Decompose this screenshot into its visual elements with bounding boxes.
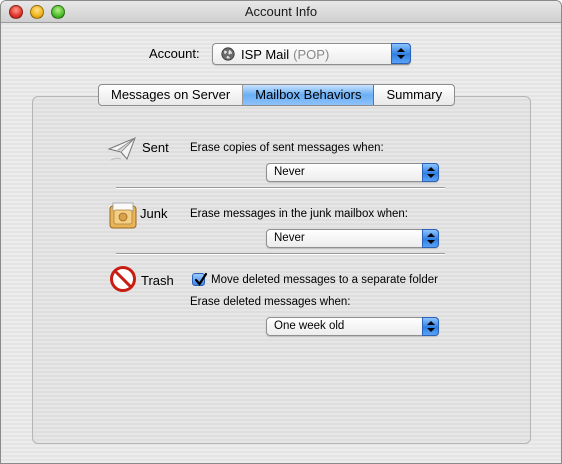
account-label: Account: <box>149 46 200 61</box>
junk-erase-value: Never <box>274 232 305 244</box>
tab-summary[interactable]: Summary <box>374 85 454 105</box>
paper-plane-icon <box>107 137 136 161</box>
junk-description: Erase messages in the junk mailbox when: <box>190 208 408 220</box>
junk-label: Junk <box>140 206 168 221</box>
tab-bar: Messages on Server Mailbox Behaviors Sum… <box>98 84 456 106</box>
sent-label: Sent <box>142 140 169 155</box>
tab-messages-on-server[interactable]: Messages on Server <box>99 85 244 105</box>
junk-mailbox-icon <box>109 202 137 229</box>
move-deleted-checkbox[interactable] <box>192 272 208 286</box>
account-info-window: Account Info Account: ISP Mail (POP) Mess… <box>0 0 562 464</box>
move-deleted-label[interactable]: Move deleted messages to a separate fold… <box>211 274 438 286</box>
sent-erase-value: Never <box>274 166 305 178</box>
trash-erase-popup[interactable]: One week old <box>266 317 439 336</box>
junk-erase-popup[interactable]: Never <box>266 229 439 248</box>
tab-mailbox-behaviors[interactable]: Mailbox Behaviors <box>243 85 375 105</box>
sent-description: Erase copies of sent messages when: <box>190 142 384 154</box>
window-title: Account Info <box>244 4 318 19</box>
trash-description: Erase deleted messages when: <box>190 296 351 308</box>
account-popup-value: ISP Mail (POP) <box>241 47 330 62</box>
popup-arrows-icon <box>391 43 411 64</box>
no-entry-icon <box>110 266 136 292</box>
globe-icon <box>221 47 235 61</box>
separator <box>116 187 445 188</box>
account-popup[interactable]: ISP Mail (POP) <box>212 43 411 65</box>
popup-arrows-icon <box>422 317 439 336</box>
sent-erase-popup[interactable]: Never <box>266 163 439 182</box>
trash-erase-value: One week old <box>274 320 345 332</box>
trash-label: Trash <box>141 273 174 288</box>
account-type: (POP) <box>293 47 330 62</box>
checkmark-icon <box>194 272 208 286</box>
title-bar: Account Info <box>1 1 561 23</box>
popup-arrows-icon <box>422 163 439 182</box>
separator <box>116 253 445 254</box>
popup-arrows-icon <box>422 229 439 248</box>
account-row: Account: ISP Mail (POP) <box>1 43 561 65</box>
